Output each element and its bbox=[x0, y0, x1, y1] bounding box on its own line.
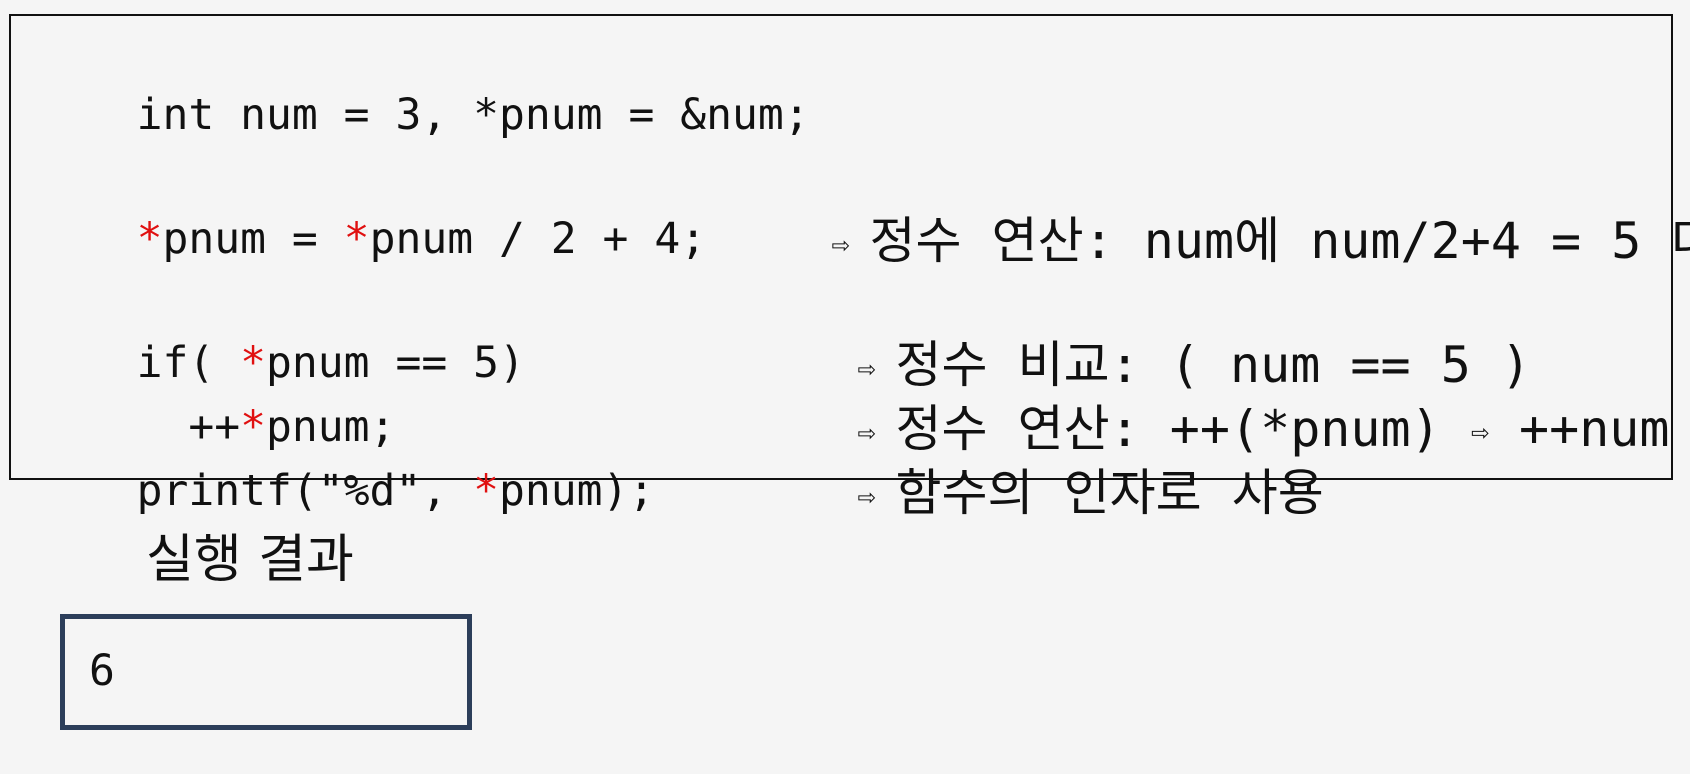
result-label: 실행 결과 bbox=[146, 530, 354, 590]
code-text: pnum = bbox=[162, 214, 344, 264]
result-box: 6 bbox=[60, 614, 472, 730]
code-line-1-text: int num = 3, *pnum = &num; bbox=[136, 90, 810, 140]
code-text: printf("%d", bbox=[136, 466, 474, 516]
comment-text: ++num bbox=[1488, 400, 1670, 458]
comment-line-5: ⇨ 함수의 인자로 사용 bbox=[737, 406, 1324, 584]
arrow-icon: ⇨ bbox=[831, 226, 850, 262]
pointer-star: * bbox=[343, 214, 370, 264]
comment-text: 정수 연산: num에 num/2+4 = 5 대입 bbox=[869, 212, 1690, 270]
pointer-star: * bbox=[473, 466, 499, 516]
result-value: 6 bbox=[89, 646, 115, 696]
pointer-star: * bbox=[136, 214, 163, 264]
comment-text: 함수의 인자로 사용 bbox=[895, 464, 1324, 522]
code-text: pnum); bbox=[499, 466, 655, 516]
code-text: pnum / 2 + 4; bbox=[369, 214, 707, 264]
code-box: int num = 3, *pnum = &num; *pnum = *pnum… bbox=[9, 14, 1690, 522]
arrow-icon: ⇨ bbox=[857, 478, 876, 514]
arrow-icon: ⇨ bbox=[1470, 414, 1489, 450]
